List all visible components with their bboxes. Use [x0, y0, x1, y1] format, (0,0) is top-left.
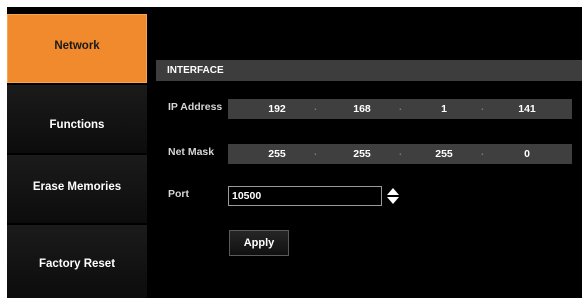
network-panel: INTERFACE IP Address 192 . 168 . 1 . 141… [147, 7, 582, 298]
mask-octet-2[interactable]: 255 [342, 144, 382, 164]
mask-separator: . [481, 147, 484, 158]
ip-octet-3[interactable]: 1 [424, 99, 464, 119]
sidebar-item-label: Network [54, 39, 100, 52]
apply-button[interactable]: Apply [229, 230, 289, 256]
sidebar: Network Functions Erase Memories Factory… [7, 7, 147, 298]
section-header-interface: INTERFACE [156, 60, 582, 81]
up-down-stepper-icon[interactable] [386, 186, 400, 206]
settings-window: Network Functions Erase Memories Factory… [7, 7, 582, 298]
ip-octet-4[interactable]: 141 [507, 99, 547, 119]
sidebar-item-erase-memories[interactable]: Erase Memories [7, 155, 147, 223]
net-mask-field: 255 . 255 . 255 . 0 [228, 144, 572, 164]
ip-address-label: IP Address [168, 101, 223, 113]
port-label: Port [168, 188, 189, 200]
ip-separator: . [399, 102, 402, 113]
ip-octet-1[interactable]: 192 [257, 99, 297, 119]
sidebar-item-functions[interactable]: Functions [7, 85, 147, 153]
sidebar-item-label: Erase Memories [32, 181, 122, 193]
sidebar-item-network[interactable]: Network [7, 14, 147, 83]
mask-octet-3[interactable]: 255 [424, 144, 464, 164]
ip-octet-2[interactable]: 168 [342, 99, 382, 119]
sidebar-item-label: Functions [49, 119, 105, 131]
sidebar-item-factory-reset[interactable]: Factory Reset [7, 225, 147, 298]
mask-separator: . [314, 147, 317, 158]
net-mask-label: Net Mask [168, 146, 215, 158]
port-input[interactable]: 10500 [228, 186, 382, 206]
mask-octet-1[interactable]: 255 [257, 144, 297, 164]
sidebar-item-label: Factory Reset [38, 257, 116, 270]
ip-separator: . [314, 102, 317, 113]
ip-address-field: 192 . 168 . 1 . 141 [228, 99, 572, 119]
mask-separator: . [399, 147, 402, 158]
ip-separator: . [481, 102, 484, 113]
mask-octet-4[interactable]: 0 [507, 144, 547, 164]
